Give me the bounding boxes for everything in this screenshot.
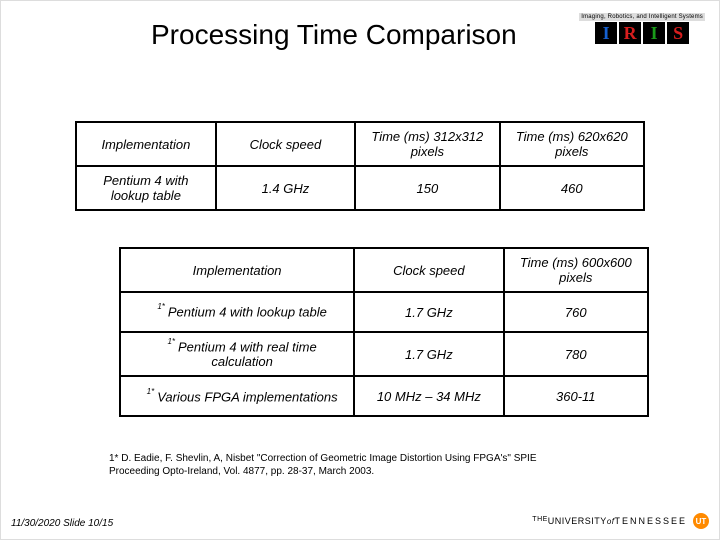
cell-text: Pentium 4 with real time calculation: [178, 339, 317, 369]
col-header: Implementation: [120, 248, 354, 292]
university-logo: THEUNIVERSITYofTENNESSEE UT: [532, 513, 709, 529]
footer: 11/30/2020 Slide 10/15 THEUNIVERSITYofTE…: [11, 513, 709, 529]
cell-clock: 1.4 GHz: [216, 166, 355, 210]
citation-ref: 1*: [157, 302, 165, 311]
table-1: Implementation Clock speed Time (ms) 312…: [75, 121, 645, 211]
cell-text: Pentium 4 with lookup table: [168, 305, 327, 320]
cell-text: Various FPGA implementations: [157, 389, 337, 404]
university-text: THEUNIVERSITYofTENNESSEE: [532, 516, 687, 526]
univ-tn: TENNESSEE: [614, 516, 687, 526]
logo-letter: I: [595, 22, 617, 44]
cell-time: 150: [355, 166, 499, 210]
col-header: Time (ms) 620x620 pixels: [500, 122, 644, 166]
col-header: Clock speed: [216, 122, 355, 166]
cell-time: 460: [500, 166, 644, 210]
table-row: Implementation Clock speed Time (ms) 312…: [76, 122, 644, 166]
col-header: Time (ms) 312x312 pixels: [355, 122, 499, 166]
citation-ref: 1*: [147, 387, 155, 396]
cell-time: 780: [504, 332, 648, 376]
col-header: Time (ms) 600x600 pixels: [504, 248, 648, 292]
cell-clock: 10 MHz – 34 MHz: [354, 376, 503, 416]
cell-clock: 1.7 GHz: [354, 292, 503, 332]
col-header: Clock speed: [354, 248, 503, 292]
logo-blocks: I R I S: [595, 22, 689, 44]
cell-time: 360-11: [504, 376, 648, 416]
logo-letter: S: [667, 22, 689, 44]
logo-tagline: Imaging, Robotics, and Intelligent Syste…: [579, 13, 705, 21]
table-row: 1*Pentium 4 with real time calculation 1…: [120, 332, 648, 376]
footer-left: 11/30/2020 Slide 10/15: [11, 518, 113, 529]
univ-the: THE: [532, 516, 548, 523]
table-row: 1*Various FPGA implementations 10 MHz – …: [120, 376, 648, 416]
cell-time: 760: [504, 292, 648, 332]
logo-letter: R: [619, 22, 641, 44]
cell-impl: Pentium 4 with lookup table: [76, 166, 216, 210]
table-row: Pentium 4 with lookup table 1.4 GHz 150 …: [76, 166, 644, 210]
cell-impl: 1*Various FPGA implementations: [120, 376, 354, 416]
logo-letter: I: [643, 22, 665, 44]
citation-ref: 1*: [167, 337, 175, 346]
col-header: Implementation: [76, 122, 216, 166]
citation: 1* D. Eadie, F. Shevlin, A, Nisbet "Corr…: [109, 453, 589, 478]
cell-clock: 1.7 GHz: [354, 332, 503, 376]
table-2: Implementation Clock speed Time (ms) 600…: [119, 247, 649, 417]
univ-name: UNIVERSITY: [548, 516, 607, 526]
cell-impl: 1*Pentium 4 with real time calculation: [120, 332, 354, 376]
iris-logo: Imaging, Robotics, and Intelligent Syste…: [579, 13, 705, 44]
cell-impl: 1*Pentium 4 with lookup table: [120, 292, 354, 332]
ut-badge-icon: UT: [693, 513, 709, 529]
table-row: Implementation Clock speed Time (ms) 600…: [120, 248, 648, 292]
table-row: 1*Pentium 4 with lookup table 1.7 GHz 76…: [120, 292, 648, 332]
slide: Processing Time Comparison Imaging, Robo…: [0, 0, 720, 540]
